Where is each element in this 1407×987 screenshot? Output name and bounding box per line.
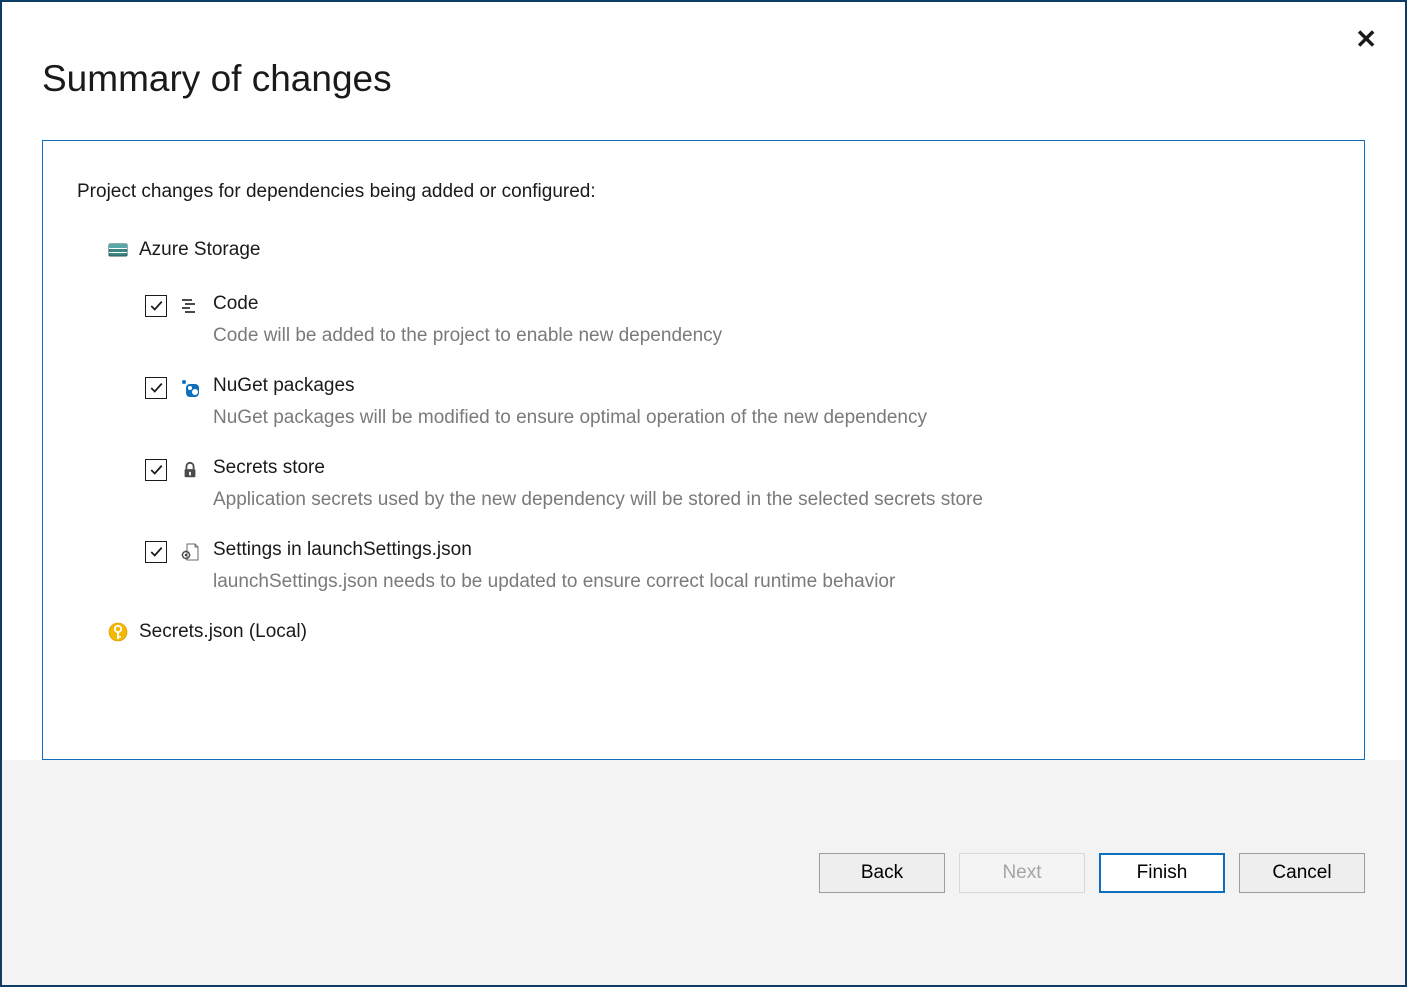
code-icon <box>179 295 201 317</box>
back-button[interactable]: Back <box>819 853 945 893</box>
change-item-code: Code Code will be added to the project t… <box>145 293 1330 347</box>
lock-icon <box>179 459 201 481</box>
checkbox-code[interactable] <box>145 295 167 317</box>
cancel-button[interactable]: Cancel <box>1239 853 1365 893</box>
item-title-launchsettings: Settings in launchSettings.json <box>213 539 895 561</box>
item-desc-code: Code will be added to the project to ena… <box>213 325 722 347</box>
footer-bar: Back Next Finish Cancel <box>2 760 1405 985</box>
item-title-nuget: NuGet packages <box>213 375 927 397</box>
content-box: Project changes for dependencies being a… <box>42 140 1365 760</box>
key-icon <box>107 621 129 643</box>
group-label: Azure Storage <box>139 239 260 261</box>
secrets-json-label: Secrets.json (Local) <box>139 621 307 643</box>
item-desc-launchsettings: launchSettings.json needs to be updated … <box>213 571 895 593</box>
next-button: Next <box>959 853 1085 893</box>
finish-button[interactable]: Finish <box>1099 853 1225 893</box>
change-item-launchsettings: Settings in launchSettings.json launchSe… <box>145 539 1330 593</box>
item-desc-nuget: NuGet packages will be modified to ensur… <box>213 407 927 429</box>
close-button[interactable]: ✕ <box>1355 26 1377 52</box>
intro-text: Project changes for dependencies being a… <box>77 181 1330 203</box>
nuget-icon <box>179 377 201 399</box>
group-azure-storage: Azure Storage <box>107 239 1330 261</box>
change-item-secrets-store: Secrets store Application secrets used b… <box>145 457 1330 511</box>
item-desc-secrets-store: Application secrets used by the new depe… <box>213 489 983 511</box>
page-title: Summary of changes <box>42 58 1365 100</box>
checkbox-launchsettings[interactable] <box>145 541 167 563</box>
change-item-nuget: NuGet packages NuGet packages will be mo… <box>145 375 1330 429</box>
checkbox-nuget[interactable] <box>145 377 167 399</box>
item-title-code: Code <box>213 293 722 315</box>
item-title-secrets-store: Secrets store <box>213 457 983 479</box>
azure-storage-icon <box>107 239 129 261</box>
settings-file-icon <box>179 541 201 563</box>
header-area: Summary of changes <box>2 2 1405 140</box>
group-secrets-json: Secrets.json (Local) <box>107 621 1330 643</box>
checkbox-secrets-store[interactable] <box>145 459 167 481</box>
